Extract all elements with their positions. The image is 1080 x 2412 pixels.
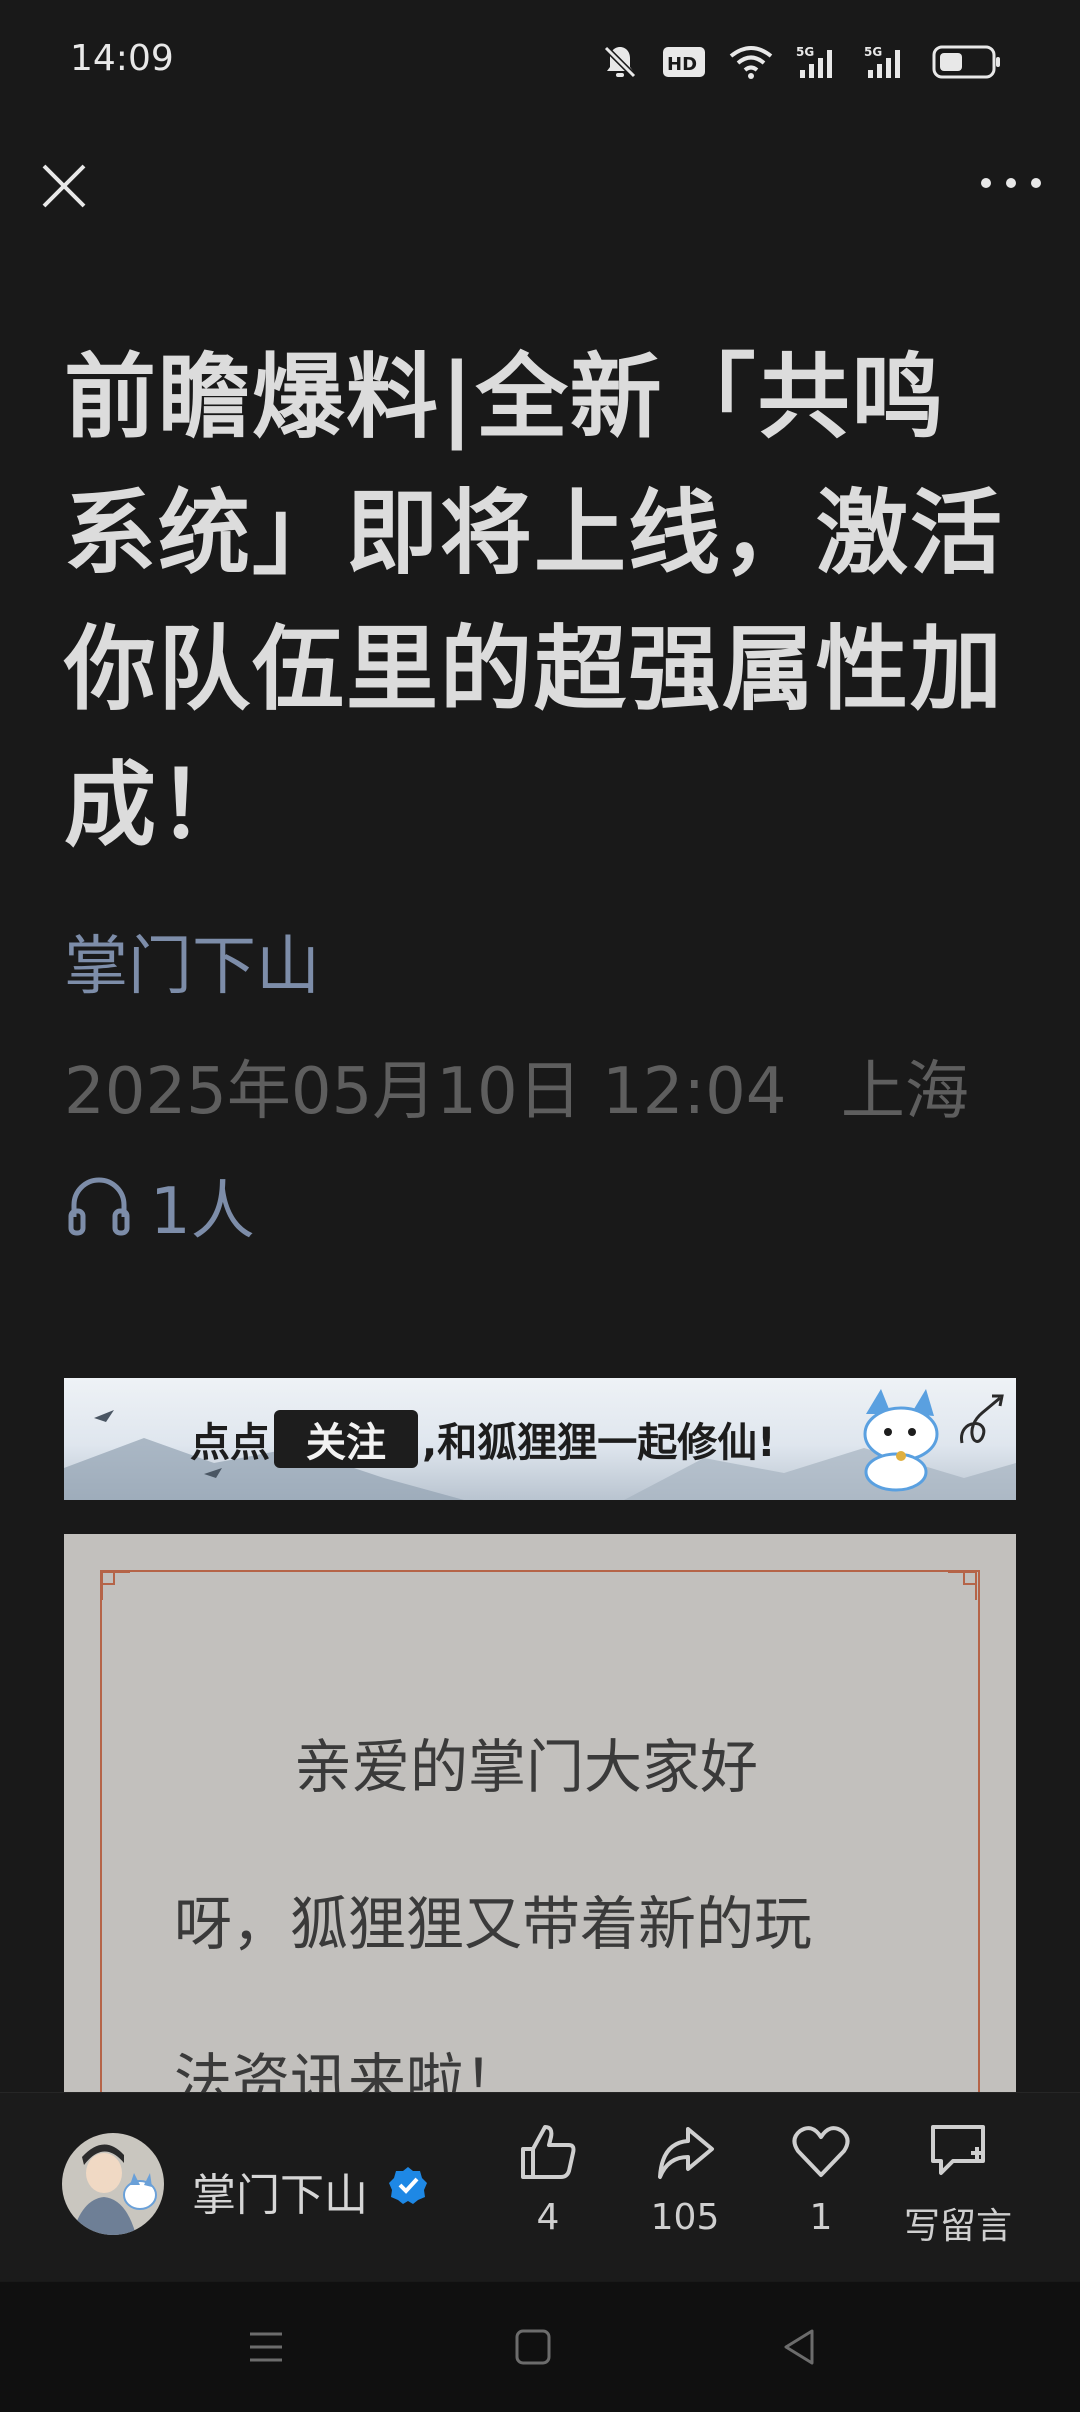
share-count: 105	[650, 2197, 720, 2238]
thumbs-up-icon	[521, 2125, 576, 2179]
verified-badge-icon	[389, 2167, 427, 2204]
card-line-2: 呀，狐狸狸又带着新的玩	[174, 1890, 813, 1958]
favorite-button[interactable]: 1	[756, 2121, 886, 2238]
card-paragraph: 亲爱的掌门大家好 呀，狐狸狸又带着新的玩 法资讯来啦！	[174, 1689, 894, 2160]
nav-home-button[interactable]	[503, 2322, 563, 2372]
content-card: 亲爱的掌门大家好 呀，狐狸狸又带着新的玩 法资讯来啦！	[64, 1534, 1016, 2132]
comment-label: 写留言	[903, 2206, 1012, 2247]
heart-icon	[792, 2126, 850, 2177]
status-time: 14:09	[70, 38, 174, 79]
follow-banner[interactable]: 点点 关注 ,和狐狸狸一起修仙!	[64, 1378, 1016, 1500]
nav-menu-button[interactable]	[236, 2322, 296, 2372]
share-arrow-icon	[658, 2127, 714, 2179]
comment-add-icon	[931, 2125, 985, 2175]
banner-slogan: 点点 关注 ,和狐狸狸一起修仙!	[190, 1410, 775, 1468]
wifi-icon	[729, 46, 773, 79]
article-meta: 2025年05月10日 12:04 上海	[64, 1040, 969, 1132]
fox-mascot-icon	[863, 1389, 939, 1492]
hd-icon: HD	[663, 47, 705, 77]
headphones-icon	[68, 1177, 130, 1236]
card-line-1: 亲爱的掌门大家好	[294, 1733, 759, 1801]
top-bar	[0, 150, 1080, 230]
like-count: 4	[536, 2197, 560, 2238]
svg-text:HD: HD	[667, 54, 697, 75]
article-location: 上海	[840, 1055, 969, 1129]
signal-5g-icon: 5G	[796, 45, 832, 78]
listen-button[interactable]: 1人	[66, 1160, 255, 1252]
bottom-author-name[interactable]: 掌门下山	[192, 2159, 368, 2223]
mute-bell-icon	[603, 45, 637, 79]
listener-count: 1人	[150, 1175, 255, 1249]
bottom-action-bar: 掌门下山 4 105 1 写留言	[0, 2092, 1080, 2281]
article-author-link[interactable]: 掌门下山	[64, 915, 320, 1007]
article-date-time: 2025年05月10日 12:04	[64, 1055, 787, 1129]
battery-icon	[932, 45, 1000, 79]
article-title: 前瞻爆料|全新「共鸣系统」即将上线，激活你队伍里的超强属性加成！	[64, 344, 1005, 859]
close-button[interactable]	[34, 156, 94, 216]
more-dots-icon	[981, 178, 1041, 188]
banner-prefix: 点点	[190, 1420, 270, 1466]
menu-lines-icon	[250, 2332, 282, 2362]
svg-text:5G: 5G	[864, 45, 882, 59]
favorite-count: 1	[809, 2197, 833, 2238]
svg-text:5G: 5G	[796, 45, 814, 59]
corner-ornament-right	[948, 1571, 977, 1600]
home-square-icon	[515, 2329, 551, 2365]
comment-button[interactable]: 写留言	[893, 2121, 1023, 2249]
signal-5g-icon-2: 5G	[864, 45, 900, 78]
like-button[interactable]: 4	[483, 2121, 613, 2238]
close-icon	[42, 164, 86, 208]
banner-follow-label[interactable]: 关注	[274, 1410, 418, 1468]
status-icons: HD 5G 5G	[600, 38, 1002, 86]
status-bar: 14:09 HD 5G 5G	[0, 0, 1080, 120]
banner-suffix: ,和狐狸狸一起修仙!	[422, 1420, 776, 1466]
back-triangle-icon	[784, 2329, 814, 2365]
swirl-arrow-icon	[960, 1394, 1004, 1444]
author-avatar[interactable]	[62, 2133, 164, 2235]
share-button[interactable]: 105	[620, 2121, 750, 2238]
more-options-button[interactable]	[976, 168, 1046, 198]
system-nav-bar	[0, 2282, 1080, 2412]
corner-ornament-left	[101, 1571, 130, 1600]
nav-back-button[interactable]	[770, 2322, 830, 2372]
avatar-illustration	[62, 2133, 164, 2235]
